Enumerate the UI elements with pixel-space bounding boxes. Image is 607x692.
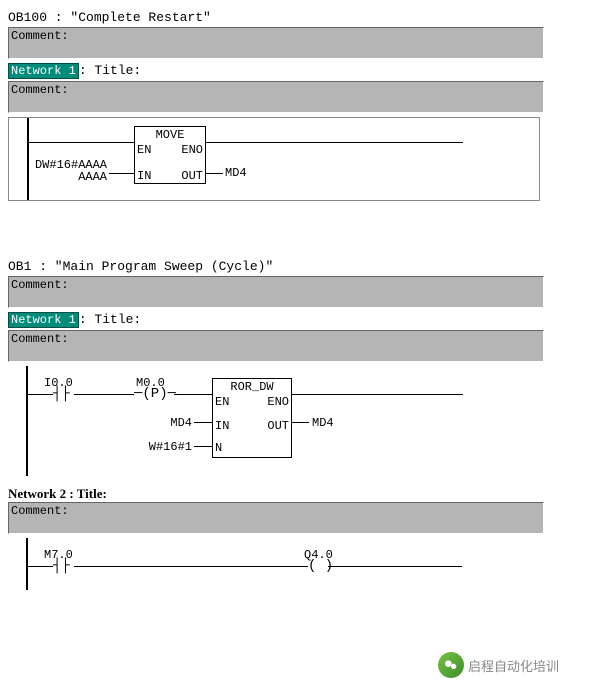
wire: [74, 566, 308, 567]
comment-label: Comment:: [11, 278, 69, 292]
ob100-nw1-ladder: MOVE EN ENO IN OUT DW#16#AAAA AAAA MD4: [8, 117, 540, 201]
n-val: W#16#1: [142, 440, 192, 454]
watermark: 启程自动化培训: [438, 650, 594, 680]
ob1-nw1-ladder: I0.0 ┤├ M0.0 ─(P)─ ROR_DW EN ENO IN OUT …: [8, 366, 538, 476]
ob100-nw1-title-line: Network 1: Title:: [8, 63, 598, 79]
wire-out: [205, 173, 223, 174]
ob1-header: OB1 : "Main Program Sweep (Cycle)": [8, 259, 598, 274]
watermark-text: 启程自动化培训: [468, 656, 559, 675]
network-label: Network 1: [8, 312, 79, 328]
comment-label: Comment:: [11, 332, 69, 346]
ror-dw-block: ROR_DW EN ENO IN OUT N: [212, 378, 292, 458]
in-val: MD4: [158, 416, 192, 430]
wire-in: [194, 422, 212, 423]
ob100-header: OB100 : "Complete Restart": [8, 10, 598, 25]
wire-eno: [205, 142, 463, 143]
port-eno: ENO: [267, 395, 289, 409]
in-label-bottom: AAAA: [65, 170, 107, 184]
ob1-comment-box: Comment:: [8, 276, 544, 308]
left-power-rail: [26, 366, 28, 476]
port-eno: ENO: [181, 143, 203, 157]
port-en: EN: [215, 395, 229, 409]
port-n: N: [215, 441, 222, 455]
wire: [28, 566, 53, 567]
wire-en: [29, 142, 134, 143]
wire: [174, 394, 212, 395]
wechat-icon: [438, 652, 464, 678]
comment-label: Comment:: [11, 83, 69, 97]
ob100-nw1-comment-box: Comment:: [8, 81, 544, 113]
block-name: ROR_DW: [213, 379, 291, 395]
ob1-nw2-comment-box: Comment:: [8, 502, 544, 534]
contact-m70: ┤├: [53, 558, 70, 574]
port-en: EN: [137, 143, 151, 157]
wire-in: [109, 173, 134, 174]
contact-i00: ┤├: [53, 386, 70, 402]
ob1-nw1-comment-box: Comment:: [8, 330, 544, 362]
ob100-comment-box: Comment:: [8, 27, 544, 59]
ob1-nw1-title-line: Network 1: Title:: [8, 312, 598, 328]
move-block: MOVE EN ENO IN OUT: [134, 126, 206, 184]
wire: [328, 566, 462, 567]
port-in: IN: [215, 419, 229, 433]
comment-label: Comment:: [11, 504, 69, 518]
left-power-rail: [26, 538, 28, 590]
network-label: Network 1: [8, 63, 79, 79]
wire-eno: [291, 394, 463, 395]
port-in: IN: [137, 169, 151, 183]
network-title-suffix: : Title:: [79, 63, 141, 78]
out-val: MD4: [312, 416, 334, 430]
ob1-nw2-title: Network 2 : Title:: [8, 486, 598, 502]
port-out: OUT: [267, 419, 289, 433]
out-label: MD4: [225, 166, 247, 180]
wire: [28, 394, 53, 395]
ob1-nw2-ladder: M7.0 ┤├ Q4.0 ( ): [8, 538, 538, 590]
wire-out: [291, 422, 309, 423]
port-out: OUT: [181, 169, 203, 183]
network-title-suffix: : Title:: [79, 312, 141, 327]
block-name: MOVE: [135, 127, 205, 143]
contact-m00-p: ─(P)─: [134, 386, 176, 402]
wire-n: [194, 446, 212, 447]
comment-label: Comment:: [11, 29, 69, 43]
wire: [74, 394, 134, 395]
